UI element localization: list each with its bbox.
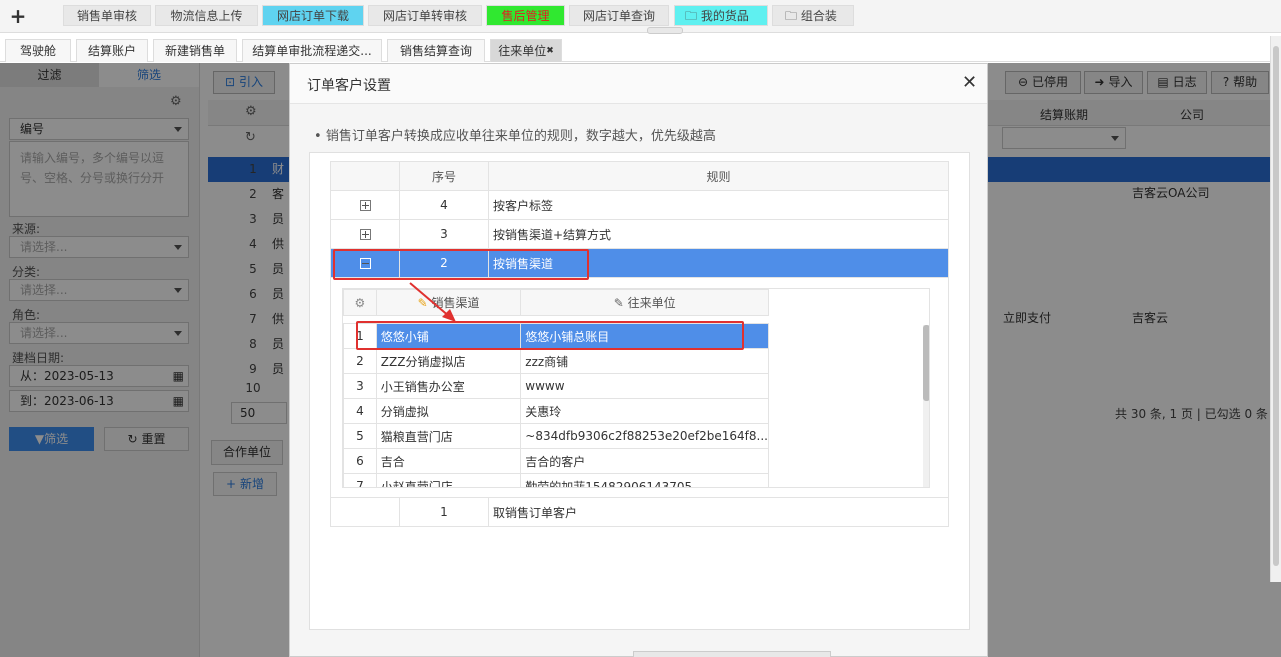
sub-tab-partners[interactable]: 往来单位✖ xyxy=(490,39,562,62)
add-tab-icon[interactable]: + xyxy=(6,4,30,28)
channel-row[interactable]: 4 分销虚拟 关惠玲 xyxy=(343,398,769,424)
red-arrow-icon xyxy=(409,282,456,322)
unit-cell[interactable]: 关惠玲 xyxy=(520,398,769,424)
row-number: 6 xyxy=(343,448,377,474)
header-rule: 规则 xyxy=(488,161,949,191)
scrollbar-thumb[interactable] xyxy=(1273,46,1279,566)
channel-cell[interactable]: 小赵直营门店 xyxy=(375,473,522,487)
collapse-handle[interactable] xyxy=(647,27,683,34)
gear-icon[interactable]: ⚙ xyxy=(355,296,366,310)
row-number: 2 xyxy=(343,348,377,374)
unit-cell[interactable]: ~834dfb9306c2f88253e20ef2be164f8... xyxy=(520,423,769,449)
order-customer-dialog: 订单客户设置 ✕ • 销售订单客户转换成应收单往来单位的规则，数字越大，优先级越… xyxy=(289,63,988,657)
rule-seq: 3 xyxy=(399,219,489,249)
rule-row[interactable]: 1 取销售订单客户 xyxy=(330,497,949,527)
row-number: 7 xyxy=(343,473,377,487)
top-tab-order-query[interactable]: 网店订单查询 xyxy=(569,5,669,26)
channel-row[interactable]: 6 吉合 吉合的客户 xyxy=(343,448,769,474)
close-icon[interactable]: ✖ xyxy=(546,46,554,56)
channel-cell[interactable]: 小王销售办公室 xyxy=(375,373,522,399)
row-number: 3 xyxy=(343,373,377,399)
expand-icon[interactable] xyxy=(359,200,371,211)
channel-row[interactable]: 2 ZZZ分销虚拟店 zzz商铺 xyxy=(343,348,769,374)
dialog-title: 订单客户设置 xyxy=(307,78,391,94)
highlight-box xyxy=(356,321,744,350)
channel-row[interactable]: 5 猫粮直营门店 ~834dfb9306c2f88253e20ef2be164f… xyxy=(343,423,769,449)
top-tab-order-review[interactable]: 网店订单转审核 xyxy=(368,5,482,26)
dialog-hint: • 销售订单客户转换成应收单往来单位的规则，数字越大，优先级越高 xyxy=(314,129,716,144)
rule-panel: 序号 规则 4 按客户标签 3 按销售渠道+结算方式 2 按销售渠道 ⚙ ✎ 销… xyxy=(309,152,970,630)
pencil-icon: ✎ xyxy=(613,296,624,310)
row-number: 4 xyxy=(343,398,377,424)
sub-tab-cockpit[interactable]: 驾驶舱 xyxy=(5,39,71,62)
dialog-footer-button[interactable] xyxy=(633,651,831,657)
channel-cell[interactable]: 分销虚拟 xyxy=(375,398,522,424)
unit-cell[interactable]: 吉合的客户 xyxy=(520,448,769,474)
top-tab-sales-review[interactable]: 销售单审核 xyxy=(63,5,151,26)
top-tab-after-sales[interactable]: 售后管理 xyxy=(486,5,565,26)
folder-icon: 🗀 xyxy=(785,9,798,23)
rule-row[interactable]: 4 按客户标签 xyxy=(330,190,949,220)
rule-name: 按销售渠道+结算方式 xyxy=(488,219,949,249)
sub-tab-settlement-query[interactable]: 销售结算查询 xyxy=(387,39,485,62)
rule-row[interactable]: 3 按销售渠道+结算方式 xyxy=(330,219,949,249)
highlight-box xyxy=(333,249,589,280)
dialog-header xyxy=(290,64,987,104)
unit-cell[interactable]: 勤劳的加菲15482906143705 xyxy=(520,473,769,487)
rule-name: 按客户标签 xyxy=(488,190,949,220)
channel-cell[interactable]: 吉合 xyxy=(375,448,522,474)
channel-row[interactable]: 3 小王销售办公室 wwww xyxy=(343,373,769,399)
channel-cell[interactable]: 猫粮直营门店 xyxy=(375,423,522,449)
channel-cell[interactable]: ZZZ分销虚拟店 xyxy=(375,348,522,374)
unit-cell[interactable]: zzz商铺 xyxy=(520,348,769,374)
header-unit[interactable]: ✎ 往来单位 xyxy=(520,289,769,316)
header-seq: 序号 xyxy=(399,161,489,191)
rule-seq: 4 xyxy=(399,190,489,220)
scrollbar-track[interactable] xyxy=(1270,36,1281,582)
sub-grid-scrollbar[interactable] xyxy=(923,325,929,487)
sub-tab-account[interactable]: 结算账户 xyxy=(76,39,148,62)
rule-name: 取销售订单客户 xyxy=(488,497,949,527)
top-tab-logistics-upload[interactable]: 物流信息上传 xyxy=(155,5,258,26)
unit-cell[interactable]: wwww xyxy=(520,373,769,399)
close-icon[interactable]: ✕ xyxy=(962,72,977,93)
top-tab-order-download[interactable]: 网店订单下载 xyxy=(262,5,364,26)
scrollbar-thumb[interactable] xyxy=(923,325,929,401)
rule-seq: 1 xyxy=(399,497,489,527)
sub-tab-approval[interactable]: 结算单审批流程递交... xyxy=(242,39,382,62)
top-tab-my-goods[interactable]: 🗀 我的货品 xyxy=(674,5,768,26)
folder-icon: 🗀 xyxy=(685,9,698,23)
header-expand xyxy=(330,161,400,191)
channel-row[interactable]: 7 小赵直营门店 勤劳的加菲15482906143705 xyxy=(343,473,769,487)
row-number: 5 xyxy=(343,423,377,449)
sub-tab-new-sale[interactable]: 新建销售单 xyxy=(153,39,237,62)
top-tab-bundle[interactable]: 🗀 组合装 xyxy=(772,5,854,26)
expand-icon[interactable] xyxy=(359,229,371,240)
